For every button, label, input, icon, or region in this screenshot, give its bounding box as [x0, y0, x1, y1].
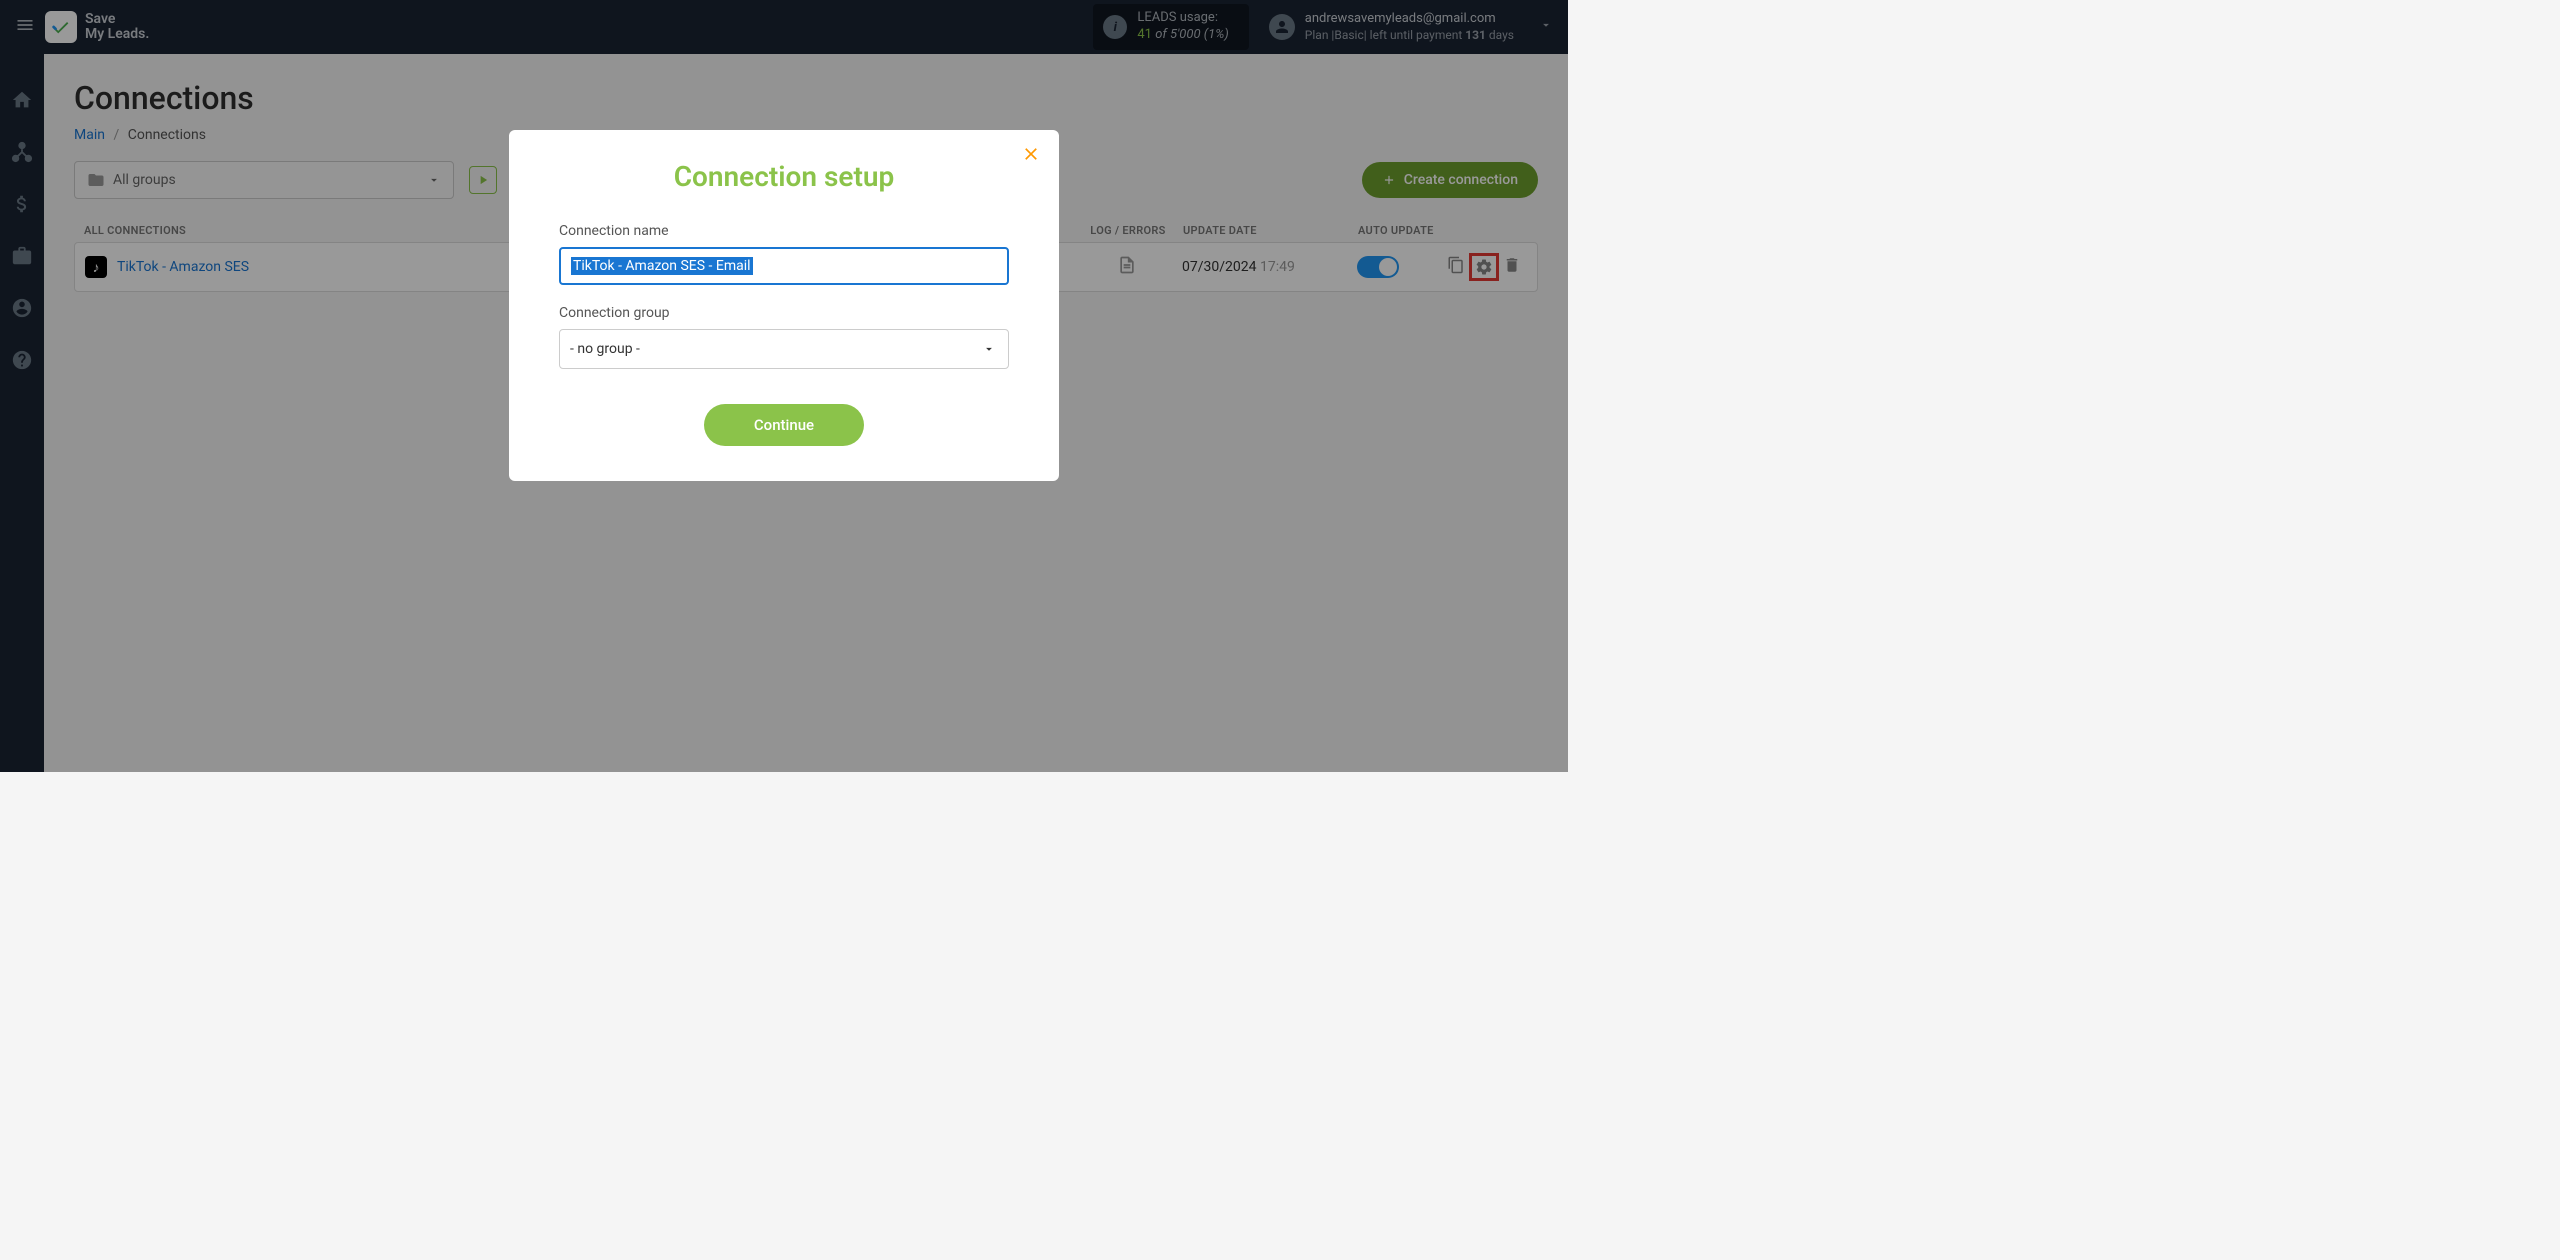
- modal-title: Connection setup: [559, 160, 1009, 193]
- modal-close-button[interactable]: [1021, 144, 1041, 168]
- connection-setup-modal: Connection setup Connection name TikTok …: [509, 130, 1059, 481]
- chevron-down-icon: [982, 342, 996, 356]
- close-icon: [1021, 144, 1041, 164]
- connection-name-input[interactable]: TikTok - Amazon SES - Email: [559, 247, 1009, 285]
- connection-group-select[interactable]: - no group -: [559, 329, 1009, 369]
- connection-group-label: Connection group: [559, 305, 1009, 321]
- continue-button[interactable]: Continue: [704, 404, 864, 446]
- connection-name-label: Connection name: [559, 223, 1009, 239]
